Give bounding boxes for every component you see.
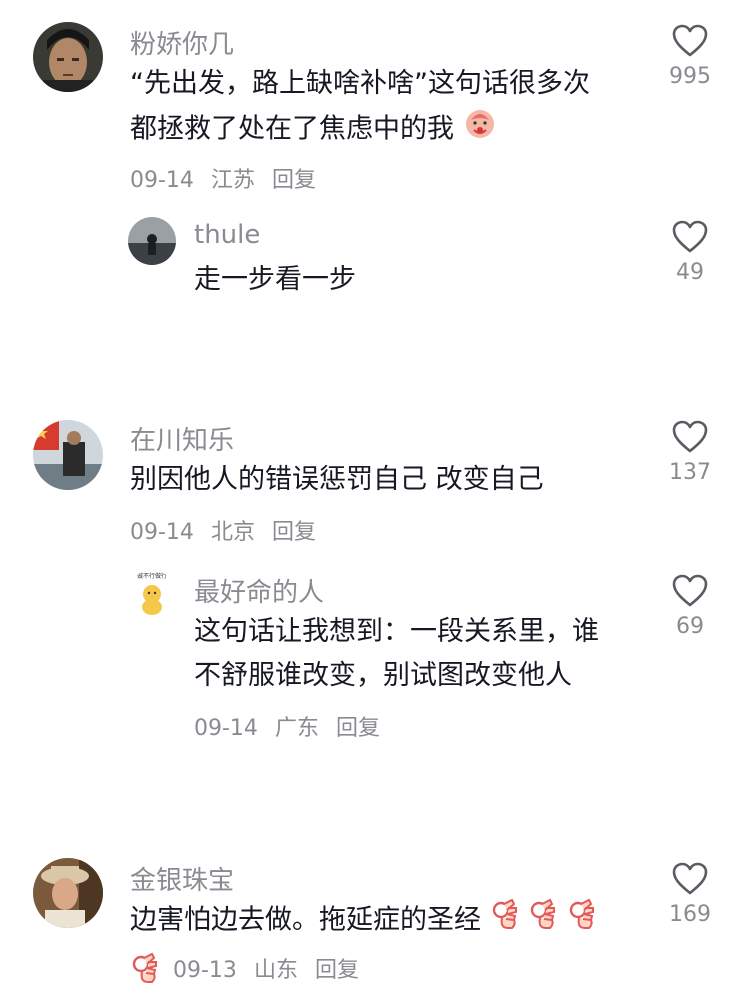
comment-text-line: 都拯救了处在了焦虑中的我 — [130, 106, 650, 154]
comment-text: “先出发，路上缺啥补啥”这句话很多次 都拯救了处在了焦虑中的我 — [130, 62, 650, 154]
like-count: 995 — [669, 64, 711, 89]
heart-outline-icon — [672, 220, 708, 253]
comment-date: 09-14 — [130, 520, 194, 545]
comment-text: 别因他人的错误惩罚自己 改变自己 — [130, 464, 544, 495]
ok-hand-emoji-icon — [528, 898, 558, 944]
like-count: 137 — [669, 460, 711, 485]
comment-username[interactable]: 粉娇你几 — [130, 24, 234, 61]
comment-username[interactable]: 金银珠宝 — [130, 860, 234, 897]
comment-location: 江苏 — [210, 168, 255, 193]
comment-username[interactable]: 在川知乐 — [130, 420, 234, 457]
comment-meta: 09-14 江苏 回复 — [130, 162, 326, 194]
comment-text-line: 这句话让我想到：一段关系里，谁 — [194, 616, 599, 647]
avatar[interactable] — [33, 420, 103, 490]
comment-text: 走一步看一步 — [194, 264, 356, 295]
comment-date: 09-13 — [173, 958, 237, 983]
avatar[interactable] — [33, 858, 103, 928]
comment-location: 北京 — [210, 520, 255, 545]
heart-outline-icon — [672, 574, 708, 607]
avatar[interactable]: 做不行做行 — [128, 570, 176, 618]
comment-date: 09-14 — [194, 716, 258, 741]
like-count: 169 — [669, 902, 711, 927]
like-count: 49 — [676, 260, 704, 285]
comment-meta: 09-13 山东 回复 — [130, 952, 369, 986]
comment-location: 广东 — [274, 716, 319, 741]
heart-outline-icon — [672, 24, 708, 57]
reply-button[interactable]: 回复 — [315, 958, 359, 983]
avatar-caption: 做不行做行 — [137, 572, 167, 580]
avatar[interactable] — [128, 217, 176, 265]
reply-button[interactable]: 回复 — [336, 716, 380, 741]
comment-text: 这句话让我想到：一段关系里，谁 不舒服谁改变，别试图改变他人 — [194, 610, 634, 698]
comment-username[interactable]: thule — [194, 220, 260, 250]
comment-username[interactable]: 最好命的人 — [194, 572, 324, 609]
comment-text: 边害怕边去做。拖延症的圣经 — [130, 898, 650, 944]
ok-hand-emoji-icon — [130, 952, 160, 986]
comment-text-line: 不舒服谁改变，别试图改变他人 — [194, 660, 572, 691]
heart-outline-icon — [672, 420, 708, 453]
like-button[interactable]: 137 — [660, 420, 720, 485]
comment-date: 09-14 — [130, 168, 194, 193]
like-button[interactable]: 49 — [660, 220, 720, 285]
comment-location: 山东 — [253, 958, 298, 983]
comment-text-fragment: 都拯救了处在了焦虑中的我 — [130, 113, 454, 145]
like-button[interactable]: 169 — [660, 862, 720, 927]
heart-outline-icon — [672, 862, 708, 895]
comment-text-line: “先出发，路上缺啥补啥”这句话很多次 — [130, 68, 590, 99]
like-count: 69 — [676, 614, 704, 639]
comment-text-fragment: 边害怕边去做。拖延症的圣经 — [130, 904, 481, 936]
reply-button[interactable]: 回复 — [272, 520, 316, 545]
ok-hand-emoji-icon — [490, 898, 520, 944]
blessing-emoji-icon — [463, 106, 497, 154]
like-button[interactable]: 69 — [660, 574, 720, 639]
reply-button[interactable]: 回复 — [272, 168, 316, 193]
comment-meta: 09-14 北京 回复 — [130, 514, 326, 546]
avatar[interactable] — [33, 22, 103, 92]
comment-meta: 09-14 广东 回复 — [194, 710, 390, 742]
like-button[interactable]: 995 — [660, 24, 720, 89]
ok-hand-emoji-icon — [567, 898, 597, 944]
